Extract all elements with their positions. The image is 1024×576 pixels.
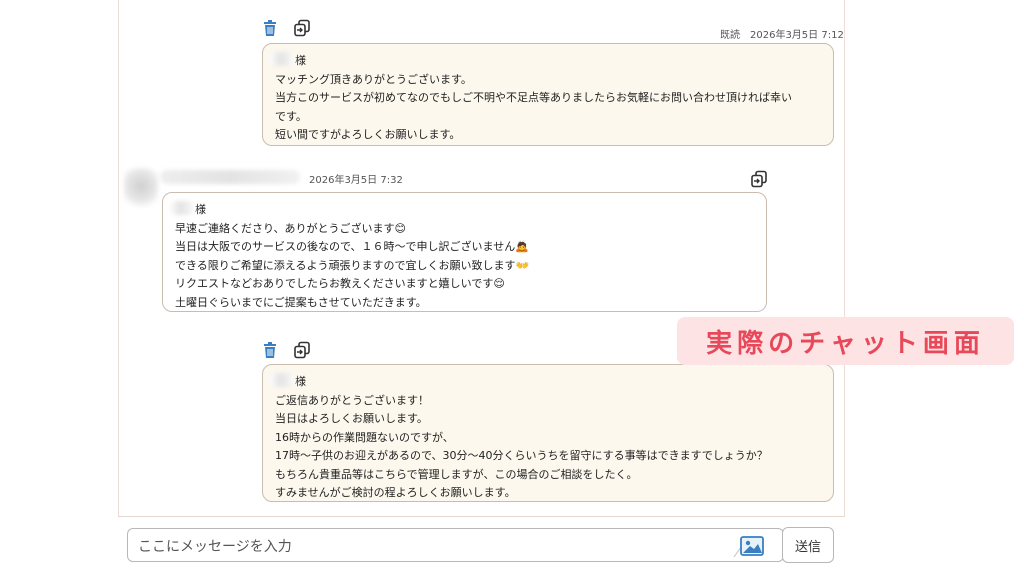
message-timestamp: 2026年3月5日 7:32 (309, 175, 403, 186)
message-3-actions (261, 341, 311, 359)
caption-label: 実際のチャット画面 (677, 317, 1014, 365)
redacted-name (169, 201, 195, 215)
message-1-actions (261, 19, 311, 37)
send-button[interactable]: 送信 (782, 527, 834, 563)
copy-icon[interactable] (293, 341, 311, 359)
copy-icon[interactable] (750, 170, 768, 188)
trash-icon[interactable] (261, 341, 279, 359)
message-2-meta: 2026年3月5日 7:32 (309, 171, 403, 186)
message-timestamp: 2026年3月5日 7:12 (750, 30, 844, 41)
sender-name-redacted (160, 170, 300, 184)
image-icon[interactable] (738, 534, 766, 558)
copy-icon[interactable] (293, 19, 311, 37)
message-bubble-sent: 様 マッチング頂きありがとうございます。 当方このサービスが初めてなのでもしご不… (262, 43, 834, 146)
redacted-name (269, 52, 295, 66)
avatar (124, 168, 158, 208)
redacted-name (269, 373, 295, 387)
read-status: 既読 (720, 30, 740, 41)
message-bubble-received: 様 早速ご連絡くださり、ありがとうございます😊 当日は大阪でのサービスの後なので… (162, 192, 767, 312)
message-bubble-sent: 様 ご返信ありがとうございます！ 当日はよろしくお願いします。 16時からの作業… (262, 364, 834, 502)
message-1-meta: 既読 2026年3月5日 7:12 (720, 26, 844, 41)
message-composer: ここにメッセージを入力 送信 (118, 516, 845, 576)
trash-icon[interactable] (261, 19, 279, 37)
message-input[interactable]: ここにメッセージを入力 (127, 528, 784, 562)
